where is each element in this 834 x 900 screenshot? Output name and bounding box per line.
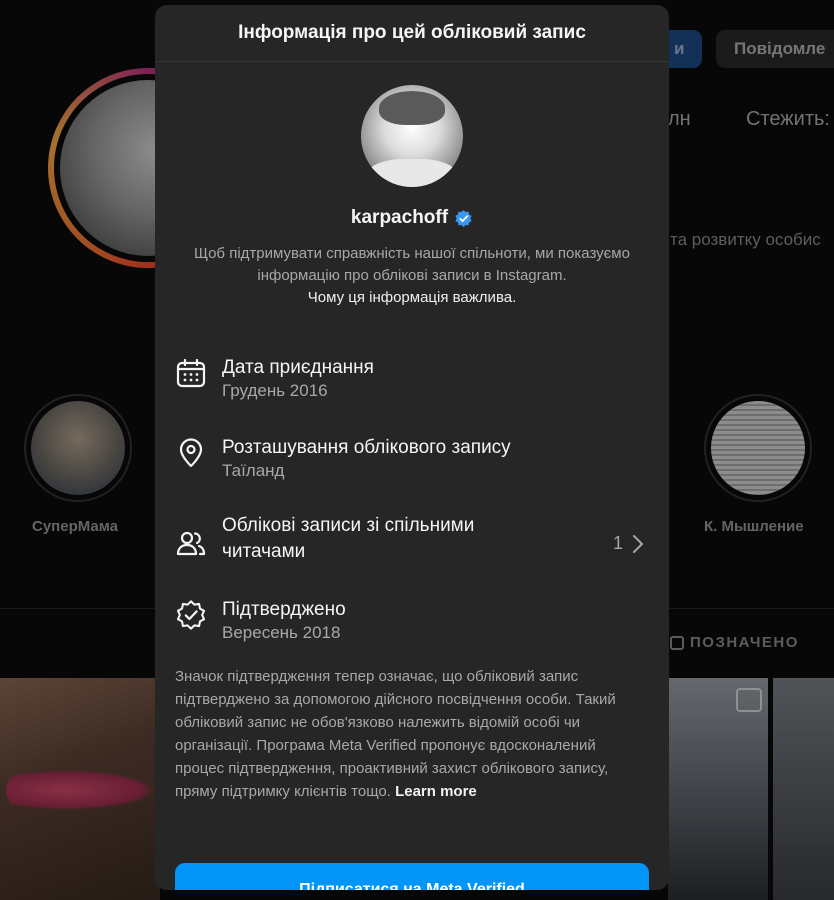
verified-seal-icon: [176, 600, 206, 630]
username-row: karpachoff: [155, 207, 669, 229]
chevron-right-icon: [633, 535, 643, 553]
verification-note: Значок підтвердження тепер означає, що о…: [175, 665, 645, 803]
why-important-link[interactable]: Чому ця інформація важлива.: [155, 289, 669, 306]
account-info-dialog: Інформація про цей обліковий запис karpa…: [155, 5, 669, 890]
meta-verified-button-label: Підписатися на Meta Verified: [299, 881, 525, 890]
avatar-hair: [379, 91, 445, 125]
dialog-title: Інформація про цей обліковий запис: [238, 22, 586, 43]
account-username: karpachoff: [350, 207, 449, 228]
account-location-row: Розташування облікового запису Таїланд: [175, 435, 649, 485]
location-pin-icon: [179, 438, 203, 468]
avatar-shirt: [367, 159, 457, 187]
date-joined-row: Дата приєднання Грудень 2016: [175, 355, 649, 405]
account-avatar: [361, 85, 463, 187]
date-joined-title: Дата приєднання: [222, 357, 374, 378]
learn-more-link[interactable]: Learn more: [395, 783, 477, 800]
account-location-title: Розташування облікового запису: [222, 437, 511, 458]
verified-date: Вересень 2018: [222, 623, 341, 642]
meta-verified-button[interactable]: Підписатися на Meta Verified: [175, 863, 649, 890]
account-info-explanation: Щоб підтримувати справжність нашої спіль…: [194, 245, 630, 284]
account-location-value: Таїланд: [222, 461, 285, 480]
people-icon: [176, 531, 206, 556]
shared-followers-count: 1: [613, 533, 624, 553]
verification-note-text: Значок підтвердження тепер означає, що о…: [175, 668, 616, 800]
verified-title: Підтверджено: [222, 599, 346, 620]
verified-badge-icon: [455, 209, 472, 227]
shared-followers-row[interactable]: Облікові записи зі спільними читачами 1: [175, 513, 649, 573]
shared-followers-title: Облікові записи зі спільними читачами: [222, 515, 475, 562]
dialog-header: Інформація про цей обліковий запис: [155, 5, 669, 62]
date-joined-value: Грудень 2016: [222, 381, 328, 400]
verified-row: Підтверджено Вересень 2018: [175, 597, 649, 647]
calendar-icon: [176, 358, 206, 388]
